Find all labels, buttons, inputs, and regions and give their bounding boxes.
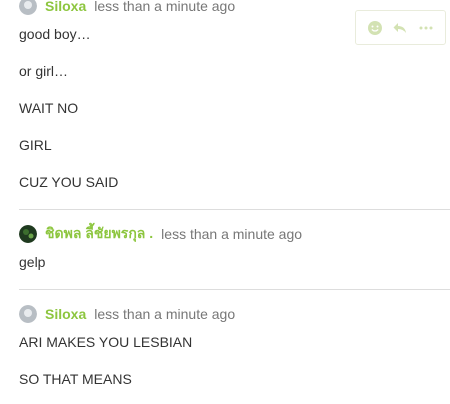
comment-timestamp: less than a minute ago [94, 306, 236, 322]
comment-text-line: SO THAT MEANS [19, 371, 132, 387]
comment-header: Siloxa less than a minute ago [19, 304, 235, 324]
comment-divider [19, 289, 450, 290]
comment-text-line: WAIT NO [19, 100, 79, 116]
comment-header: ชิดพล ลี้ชัยพรกุล . less than a minute a… [19, 224, 302, 244]
reply-icon[interactable] [390, 18, 410, 38]
avatar[interactable] [19, 305, 37, 323]
comment-text-line: or girl… [19, 63, 69, 79]
comment-author[interactable]: Siloxa [45, 0, 86, 14]
comment-text-line: gelp [19, 254, 46, 270]
comment-author[interactable]: ชิดพล ลี้ชัยพรกุล . [45, 223, 153, 245]
comment-timestamp: less than a minute ago [94, 0, 236, 14]
comment-text-line: CUZ YOU SAID [19, 174, 119, 190]
comment-text-line: GIRL [19, 137, 52, 153]
avatar[interactable] [19, 0, 37, 15]
comment-text-line: ARI MAKES YOU LESBIAN [19, 334, 193, 350]
comment-divider [19, 209, 450, 210]
comment-actions [355, 10, 446, 45]
comment-author[interactable]: Siloxa [45, 306, 86, 322]
comment-header: Siloxa less than a minute ago [19, 0, 235, 16]
emoji-icon[interactable] [365, 18, 385, 38]
more-icon[interactable] [416, 18, 436, 38]
avatar[interactable] [19, 225, 37, 243]
comment-text-line: good boy… [19, 26, 91, 42]
comment-timestamp: less than a minute ago [161, 226, 303, 242]
